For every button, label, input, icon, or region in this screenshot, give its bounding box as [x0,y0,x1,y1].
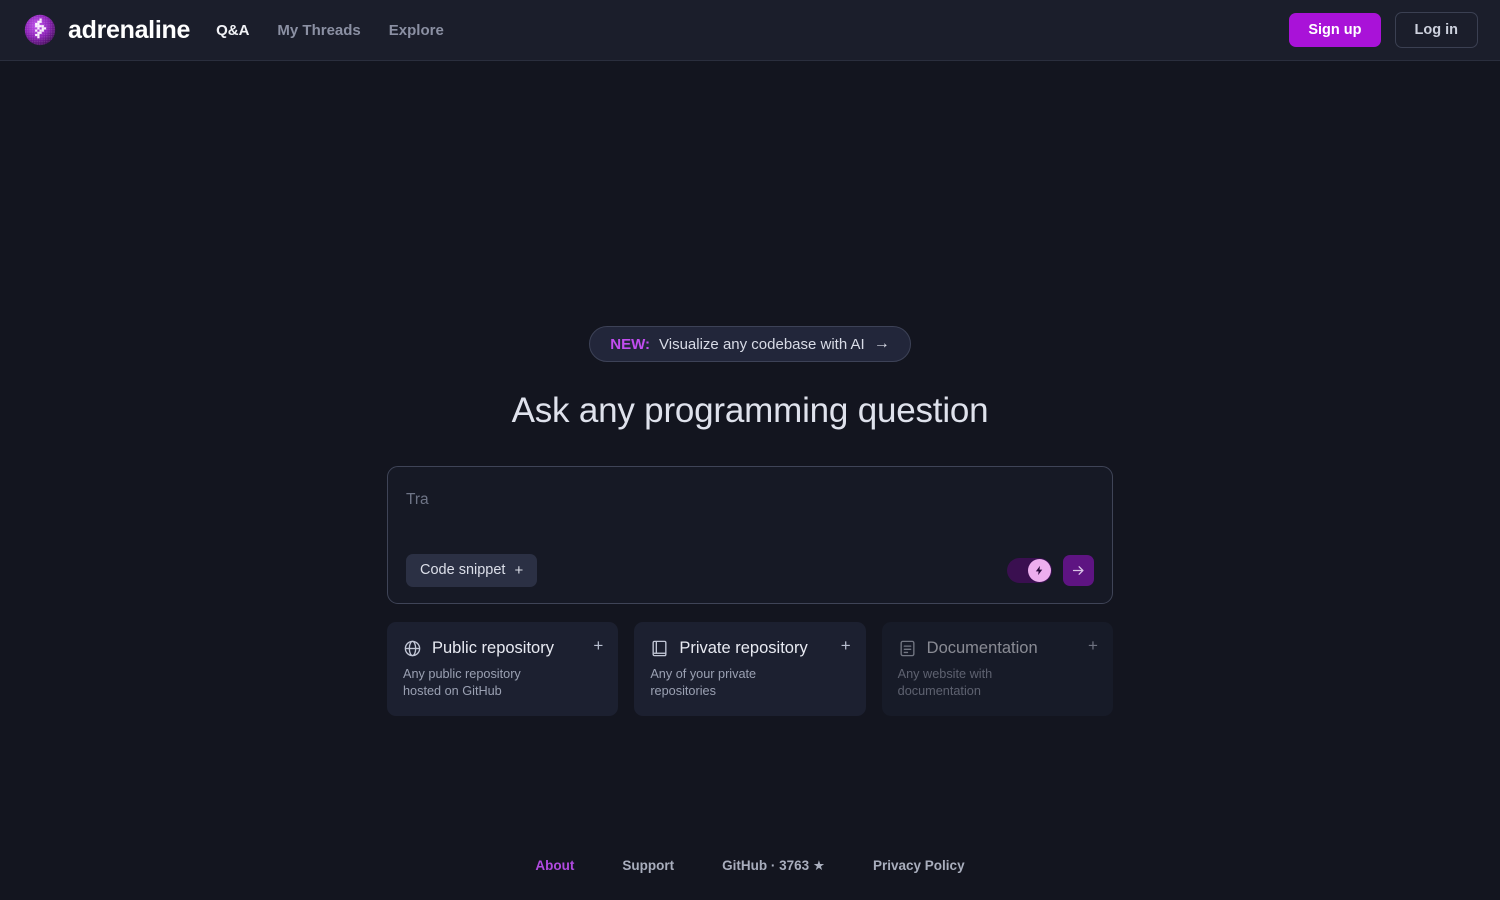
code-snippet-label: Code snippet [420,561,506,578]
card-private-repository[interactable]: Private repository + Any of your private… [634,622,866,717]
card-header: Public repository [403,639,602,658]
main-content: NEW: Visualize any codebase with AI → As… [0,61,1500,900]
card-description: Any public repository hosted on GitHub [403,667,521,699]
brand-logo-link[interactable]: adrenaline [22,12,190,48]
sign-up-button[interactable]: Sign up [1289,12,1381,48]
page-title: Ask any programming question [511,391,989,430]
footer-link-github-stars[interactable]: GitHub · 3763 ★ [722,858,825,873]
question-input[interactable] [406,489,1094,549]
arrow-right-icon: → [873,335,890,352]
card-header: Documentation [898,639,1097,658]
turbo-mode-toggle[interactable] [1007,557,1052,583]
card-description: Any website with documentation [897,667,993,699]
new-badge-label: NEW: [610,335,651,353]
footer: About Support GitHub · 3763 ★ Privacy Po… [0,858,1500,873]
submit-question-button[interactable] [1063,554,1094,586]
new-banner-text: Visualize any codebase with AI [659,335,865,353]
new-feature-banner[interactable]: NEW: Visualize any codebase with AI → [589,326,911,362]
arrow-right-icon [1072,565,1084,575]
nav-item-qa[interactable]: Q&A [216,23,249,38]
add-private-repository-icon[interactable]: + [841,637,851,654]
plus-icon: + [514,561,524,579]
nav-item-explore[interactable]: Explore [389,23,444,38]
lightning-bolt-icon [1035,565,1043,575]
top-header: adrenaline Q&A My Threads Explore Sign u… [0,0,1500,61]
composer-toolbar: Code snippet + [406,553,1094,587]
footer-link-about[interactable]: About [535,858,574,873]
footer-link-privacy-policy[interactable]: Privacy Policy [873,858,965,873]
card-title: Public repository [432,639,554,658]
nav-item-my-threads[interactable]: My Threads [277,23,360,38]
card-description: Any of your private repositories [650,667,757,699]
book-icon [650,639,669,658]
toggle-knob [1028,558,1051,582]
brand-name: adrenaline [68,15,191,44]
card-title: Documentation [926,639,1038,658]
document-icon [898,639,917,658]
card-header: Private repository [650,639,849,658]
footer-link-support[interactable]: Support [622,858,674,873]
hero-section: NEW: Visualize any codebase with AI → As… [387,326,1113,717]
add-public-repository-icon[interactable]: + [593,637,603,654]
add-code-snippet-button[interactable]: Code snippet + [406,553,538,587]
card-public-repository[interactable]: Public repository + Any public repositor… [387,622,619,717]
card-title: Private repository [679,639,808,658]
log-in-button[interactable]: Log in [1394,11,1478,49]
pixel-sphere-bolt-logo-icon [22,12,58,48]
globe-icon [403,639,422,658]
primary-nav: Q&A My Threads Explore [216,23,444,38]
header-actions: Sign up Log in [1289,11,1478,49]
card-documentation[interactable]: Documentation + Any website with documen… [881,622,1113,717]
question-composer[interactable]: Code snippet + [387,466,1113,604]
source-option-cards: Public repository + Any public repositor… [387,622,1113,717]
add-documentation-icon[interactable]: + [1088,637,1098,654]
composer-right-actions [1007,554,1094,586]
